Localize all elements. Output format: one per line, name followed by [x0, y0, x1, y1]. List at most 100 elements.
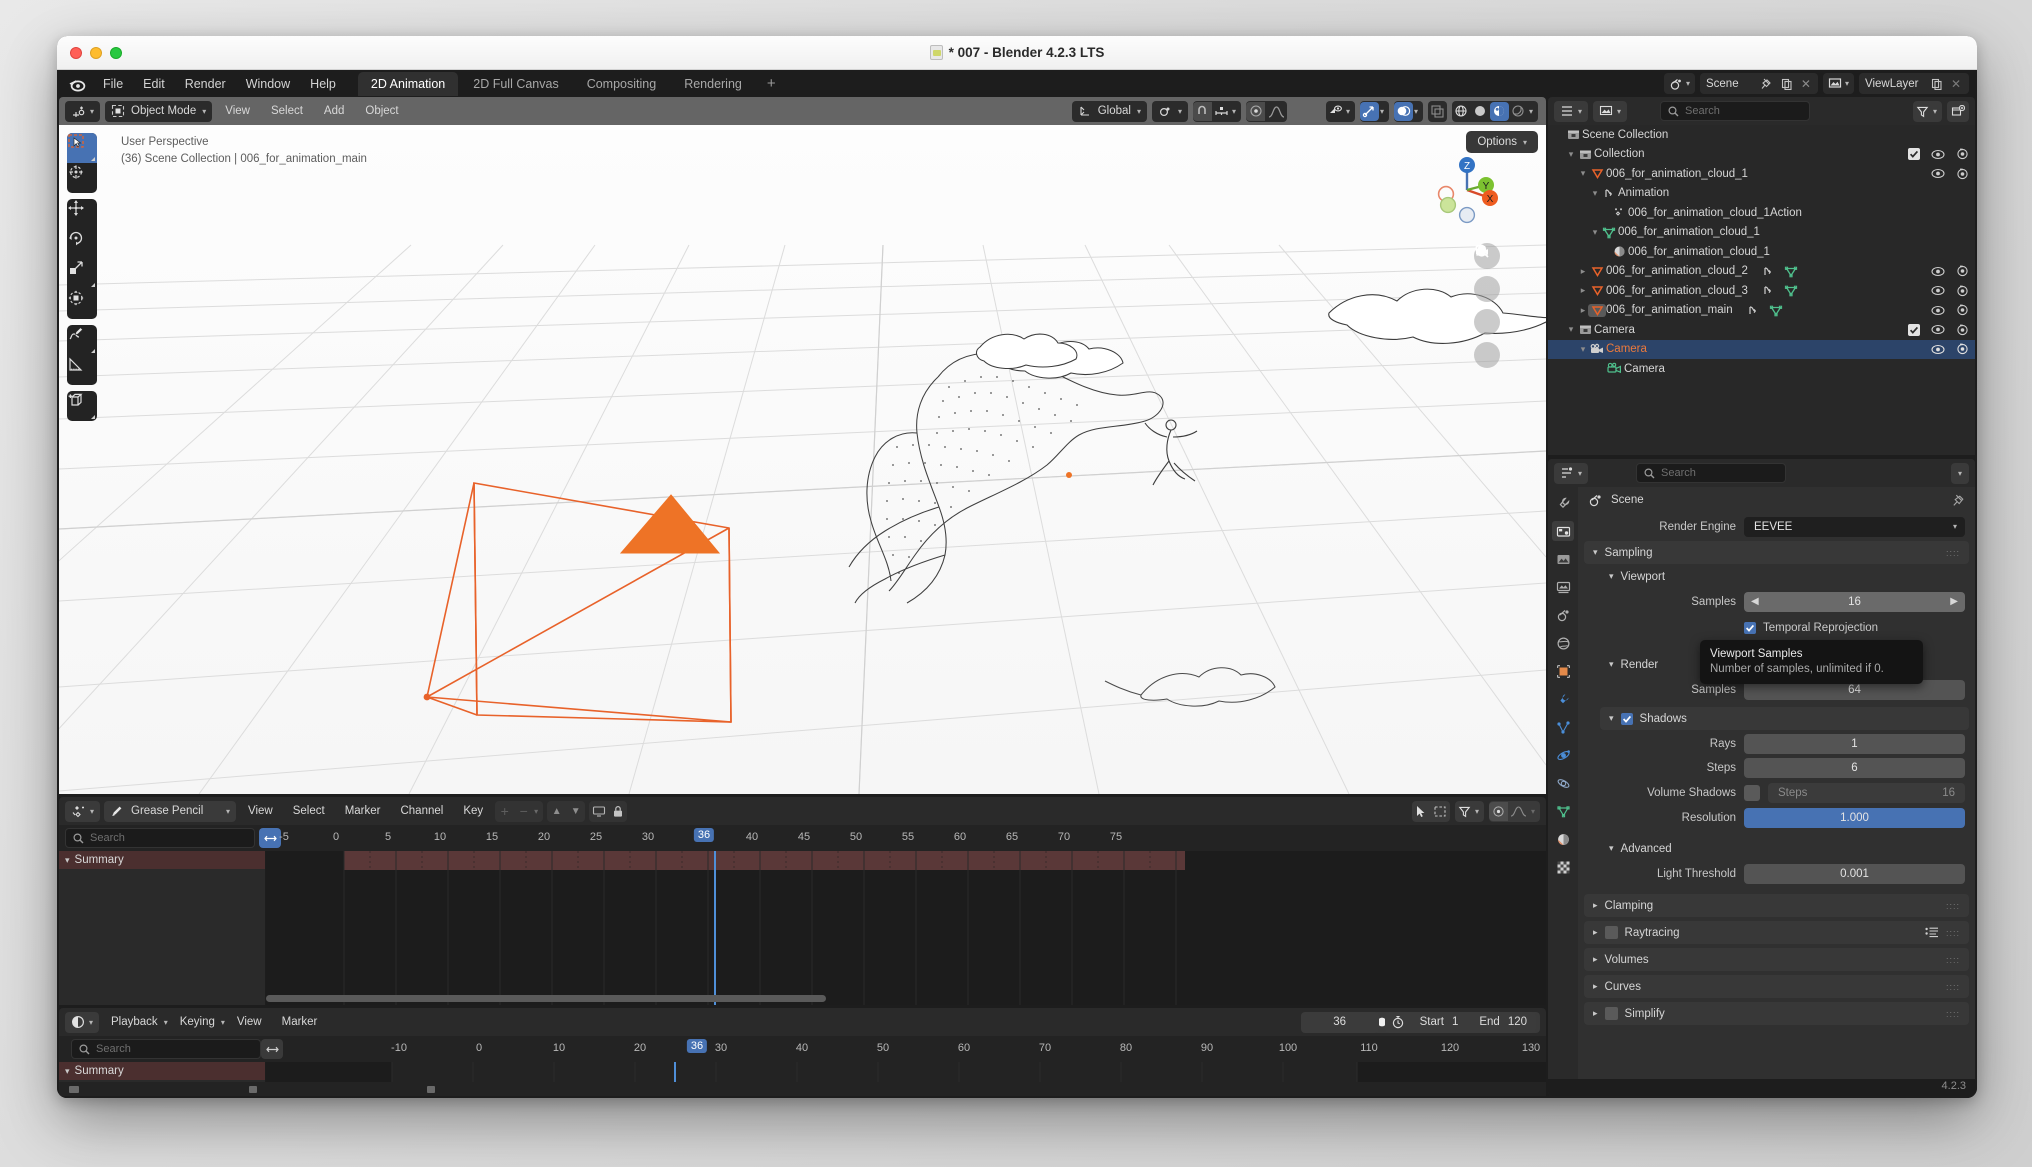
hide-in-viewport-eye-icon[interactable]	[1931, 149, 1945, 160]
outliner-row-camera-data[interactable]: Camera	[1548, 359, 1975, 379]
select-mode-group[interactable]	[1411, 800, 1450, 822]
camera-view-icon[interactable]	[1474, 244, 1500, 335]
chevron-down-icon[interactable]: ▾	[1609, 571, 1614, 582]
shadow-steps-field[interactable]: 6	[1744, 757, 1965, 778]
blender-logo-icon[interactable]	[67, 74, 87, 94]
panel-grip-icon[interactable]: ::::	[1946, 982, 1960, 992]
grease-pencil-data-icon[interactable]	[1784, 284, 1798, 297]
current-frame-field[interactable]: 36	[1300, 1011, 1379, 1033]
end-frame-value[interactable]: 120	[1504, 1016, 1536, 1028]
disclosure-icon[interactable]: ▾	[1590, 227, 1600, 238]
disclosure-icon[interactable]: ▾	[1566, 324, 1576, 335]
panel-simplify-header[interactable]: ▸ Simplify ::::	[1584, 1002, 1969, 1025]
disable-in-renders-camera-icon[interactable]	[1956, 304, 1969, 316]
dopesheet-menu-select[interactable]: Select	[285, 805, 333, 817]
outliner-row-main[interactable]: ▸ 006_for_animation_main	[1548, 301, 1975, 321]
tab-physics[interactable]	[1552, 745, 1574, 765]
use-preview-range-icon[interactable]	[1385, 1015, 1411, 1029]
panel-viewport-header[interactable]: ▾ Viewport	[1600, 565, 1969, 588]
outliner-row-collection[interactable]: ▾ Collection	[1548, 145, 1975, 165]
dopesheet-keyframe-grid[interactable]	[266, 851, 1546, 1005]
menu-render[interactable]: Render	[175, 74, 236, 94]
rotate-tool[interactable]	[67, 229, 97, 259]
snapping-group[interactable]: ▾	[1192, 100, 1241, 122]
viewport-menu-object[interactable]: Object	[357, 105, 406, 117]
timeline-menu-marker[interactable]: Marker	[274, 1016, 326, 1028]
tab-scene[interactable]	[1552, 605, 1574, 625]
only-show-selected-icon[interactable]	[589, 802, 608, 821]
add-channel-icon[interactable]: +	[495, 802, 514, 821]
panel-advanced-header[interactable]: ▾ Advanced	[1600, 837, 1969, 860]
dopesheet-search-input[interactable]: Search	[65, 828, 255, 848]
panel-clamping-header[interactable]: ▸ Clamping ::::	[1584, 894, 1969, 917]
menu-window[interactable]: Window	[236, 74, 300, 94]
tab-render[interactable]	[1552, 521, 1574, 541]
dopesheet-menu-key[interactable]: Key	[455, 805, 491, 817]
outliner-row-camera-collection[interactable]: ▾ Camera	[1548, 320, 1975, 340]
proportional-edit-group[interactable]	[1246, 100, 1287, 122]
timeline-search-input[interactable]: Search	[71, 1039, 261, 1059]
tab-compositing[interactable]: Compositing	[574, 72, 669, 96]
tab-view-layer[interactable]	[1552, 577, 1574, 597]
exclude-checkbox[interactable]	[1908, 148, 1920, 161]
tab-modifiers[interactable]	[1552, 689, 1574, 709]
snap-settings-icon[interactable]	[1212, 102, 1231, 121]
viewlayer-name-field[interactable]: ViewLayer ✕	[1859, 73, 1969, 94]
properties-editor-type-button[interactable]: ▾	[1554, 462, 1589, 484]
dopesheet-menu-marker[interactable]: Marker	[337, 805, 389, 817]
wireframe-shading-icon[interactable]	[1452, 102, 1471, 121]
panel-grip-icon[interactable]: ::::	[1946, 928, 1960, 938]
panel-curves-header[interactable]: ▸ Curves ::::	[1584, 975, 1969, 998]
proportional-edit-icon[interactable]	[1246, 101, 1265, 121]
summary-disclosure-icon-timeline[interactable]: ▾	[65, 1066, 70, 1077]
viewport-canvas[interactable]: User Perspective (36) Scene Collection |…	[59, 125, 1546, 794]
timeline-ruler[interactable]: -10 0 10 20 30 40 50 60 70 80 90 100 110…	[289, 1036, 1546, 1062]
overlays-group[interactable]: ▾	[1393, 100, 1423, 122]
outliner-display-mode-button[interactable]: ▾	[1593, 100, 1628, 122]
viewport-menu-view[interactable]: View	[217, 105, 258, 117]
dopesheet-summary-row[interactable]: ▾ Summary	[59, 851, 265, 870]
frame-range-group[interactable]: Start 1 End 120	[1384, 1011, 1536, 1033]
panel-grip-icon[interactable]: ::::	[1946, 548, 1960, 558]
dopesheet-ruler[interactable]: -5 0 5 10 15 20 25 30 35 40 45 50 55 60	[266, 825, 1546, 851]
channel-add-remove-group[interactable]: + − ▾	[495, 800, 544, 822]
light-threshold-field[interactable]: 0.001	[1744, 863, 1965, 884]
viewlayer-browse-button[interactable]: ▾	[1822, 73, 1854, 94]
properties-search-input[interactable]: Search	[1636, 463, 1787, 483]
timeline-menu-view[interactable]: View	[229, 1016, 270, 1028]
disable-in-renders-camera-icon[interactable]	[1956, 148, 1969, 160]
shadows-checkbox[interactable]	[1620, 712, 1633, 725]
chevron-right-icon[interactable]: ▸	[1593, 981, 1598, 992]
disable-in-renders-camera-icon[interactable]	[1956, 324, 1969, 336]
rendered-shading-icon[interactable]	[1509, 102, 1528, 121]
panel-grip-icon[interactable]: ::::	[1946, 901, 1960, 911]
pan-hand-icon[interactable]	[1474, 244, 1500, 302]
remove-channel-icon[interactable]: −	[514, 802, 533, 821]
cursor-arrow-icon[interactable]	[1412, 802, 1431, 821]
footer-icon-left[interactable]	[69, 1085, 79, 1094]
filter-funnel-icon[interactable]	[1455, 802, 1474, 821]
show-overlays-icon[interactable]	[1393, 101, 1413, 121]
hide-in-viewport-eye-icon[interactable]	[1931, 168, 1945, 179]
chevron-right-icon[interactable]: ▸	[1593, 954, 1598, 965]
solid-shading-icon[interactable]	[1471, 102, 1490, 121]
transform-orientation-selector[interactable]: Global ▾	[1071, 100, 1147, 122]
transform-tool[interactable]	[67, 289, 97, 319]
volume-shadows-checkbox[interactable]	[1744, 784, 1760, 801]
new-scene-icon[interactable]	[1781, 78, 1793, 90]
viewport-options-button[interactable]: Options ▾	[1466, 131, 1538, 153]
start-frame-value[interactable]: 1	[1448, 1016, 1470, 1028]
channel-visibility-group[interactable]	[589, 800, 628, 822]
disable-in-renders-camera-icon[interactable]	[1956, 168, 1969, 180]
outliner-row-action[interactable]: 006_for_animation_cloud_1Action	[1548, 203, 1975, 223]
outliner-editor-type-button[interactable]: ▾	[1554, 100, 1589, 122]
animation-icon[interactable]	[1762, 265, 1775, 278]
perspective-toggle-icon[interactable]	[1474, 246, 1500, 368]
disclosure-icon[interactable]: ▾	[1578, 344, 1588, 355]
outliner-row-cloud-1[interactable]: ▾ 006_for_animation_cloud_1	[1548, 164, 1975, 184]
footer-icon-right[interactable]	[427, 1085, 435, 1094]
tab-particles[interactable]	[1552, 717, 1574, 737]
timeline-summary-row[interactable]: ▾ Summary	[59, 1062, 265, 1081]
outliner-row-camera-object[interactable]: ▾ Camera	[1548, 339, 1975, 359]
xray-icon[interactable]	[1428, 102, 1447, 121]
